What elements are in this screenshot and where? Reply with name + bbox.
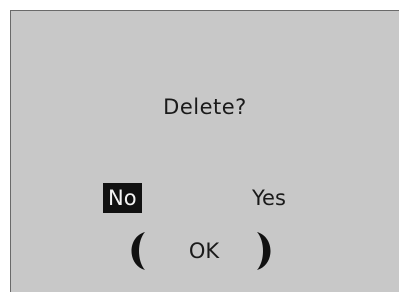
delete-prompt: Delete? (163, 95, 247, 119)
yes-option[interactable]: Yes (247, 183, 291, 213)
left-crescent-arrow-icon[interactable] (123, 231, 149, 271)
navigation-row: OK (11, 229, 399, 273)
right-crescent-arrow-icon[interactable] (253, 231, 279, 271)
ok-button[interactable]: OK (179, 233, 229, 269)
lcd-screen: Delete? No Yes OK (10, 10, 399, 292)
no-option[interactable]: No (103, 183, 142, 213)
